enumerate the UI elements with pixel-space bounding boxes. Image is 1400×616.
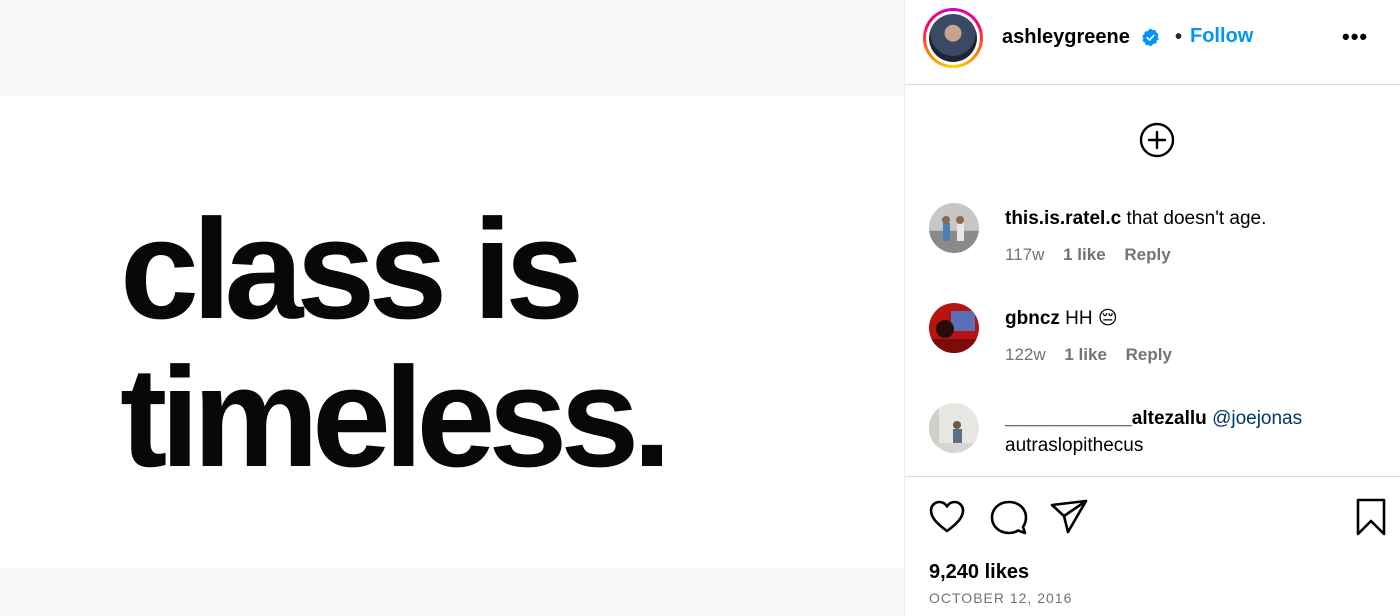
commenter-photo [929,311,979,353]
comment-meta: 122w 1 like Reply [1005,345,1186,365]
commenter-photo [929,403,979,453]
follow-button[interactable]: Follow [1190,25,1253,48]
post-image[interactable]: class is timeless. [0,96,904,568]
verified-badge-icon [1142,28,1159,47]
post-image-text: class is timeless. [120,196,840,492]
commenter-avatar[interactable] [929,203,979,253]
heart-icon[interactable] [927,497,967,537]
add-circle-icon[interactable] [1139,122,1175,158]
more-options-icon[interactable]: ••• [1342,24,1368,50]
comment-text: ____________altezallu @joejonas autraslo… [1005,405,1385,459]
post-side-panel: ashleygreene • Follow ••• this.is.ratel.… [904,0,1400,616]
comment-meta: 117w 1 like Reply [1005,245,1185,265]
comment-username[interactable]: gbncz [1005,308,1060,329]
comment-body: HH 😔 [1065,308,1118,329]
post-media: class is timeless. [0,0,904,616]
comment-likes[interactable]: 1 like [1064,345,1107,364]
post-header: ashleygreene • Follow ••• [905,0,1400,85]
comment-username[interactable]: ____________altezallu [1005,408,1207,429]
share-icon[interactable] [1049,497,1089,537]
comment-text: gbncz HH 😔 [1005,305,1385,332]
comment-username[interactable]: this.is.ratel.c [1005,208,1121,229]
post-actions: 9,240 likes OCTOBER 12, 2016 [905,476,1400,616]
comment-text: this.is.ratel.c that doesn't age. [1005,205,1385,232]
comment-body: that doesn't age. [1126,208,1267,229]
comment-icon[interactable] [989,497,1029,537]
reply-button[interactable]: Reply [1124,245,1170,264]
author-username[interactable]: ashleygreene [1002,26,1130,49]
comment-age: 122w [1005,345,1046,364]
post-image-text-line1: class is [120,190,584,349]
comment-mention[interactable]: @joejonas [1212,408,1302,429]
commenter-photo [942,216,964,241]
comment-age: 117w [1005,245,1045,264]
likes-count[interactable]: 9,240 likes [929,561,1029,584]
header-separator: • [1175,26,1183,48]
comment-body: autraslopithecus [1005,435,1144,456]
reply-button[interactable]: Reply [1126,345,1172,364]
comment-likes[interactable]: 1 like [1063,245,1106,264]
post-image-text-line2: timeless. [120,338,672,497]
commenter-avatar[interactable] [929,403,979,453]
bookmark-icon[interactable] [1351,497,1391,537]
post-date: OCTOBER 12, 2016 [929,590,1073,606]
commenter-avatar[interactable] [929,303,979,353]
author-avatar[interactable] [923,8,983,68]
